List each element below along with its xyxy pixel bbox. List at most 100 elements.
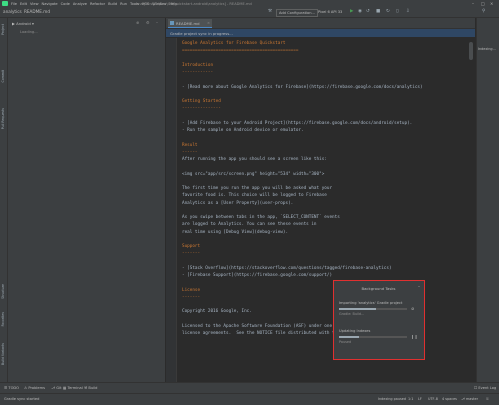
editor-line[interactable]: - [Read more about Google Analytics for … bbox=[182, 85, 423, 90]
tool-build[interactable]: ⚒ Build bbox=[84, 386, 97, 390]
stop-icon[interactable]: ■ bbox=[376, 9, 380, 14]
menu-navigate[interactable]: Navigate bbox=[42, 2, 58, 6]
tool-project[interactable]: Project bbox=[1, 24, 5, 35]
editor-line[interactable]: The first time you run the app you will … bbox=[182, 186, 332, 191]
tool-favorites[interactable]: Favorites bbox=[1, 312, 5, 326]
avd-manager-icon[interactable]: ▯ bbox=[396, 9, 398, 14]
tool-terminal-label: Terminal bbox=[67, 385, 83, 390]
minimize-icon[interactable]: – bbox=[472, 1, 474, 6]
process-indicator[interactable]: Indexing paused bbox=[378, 397, 406, 401]
navigation-bar: analytics README.md ⚒ Add Configuration.… bbox=[0, 7, 499, 18]
editor-line[interactable]: ------- bbox=[182, 251, 200, 256]
editor-gutter[interactable] bbox=[166, 38, 177, 382]
task-progress-fill bbox=[339, 308, 377, 310]
debug-icon[interactable]: ◉ bbox=[358, 9, 362, 14]
editor-line[interactable]: <img src="app/src/screen.png" height="53… bbox=[182, 172, 324, 177]
editor-content[interactable]: Google Analytics for Firebase Quickstart… bbox=[177, 38, 475, 382]
editor-line[interactable]: Getting Started bbox=[182, 99, 221, 104]
editor-line[interactable]: real time using [Debug View](debug-view)… bbox=[182, 230, 288, 235]
indent-setting[interactable]: 4 spaces bbox=[442, 397, 457, 401]
tool-commit[interactable]: Commit bbox=[1, 70, 5, 83]
gear-icon[interactable]: ⚙ bbox=[146, 20, 150, 25]
editor-scrollbar[interactable] bbox=[469, 42, 473, 60]
breadcrumb-project[interactable]: analytics bbox=[3, 9, 22, 14]
editor-line[interactable]: Introduction bbox=[182, 63, 213, 68]
device-selector[interactable]: Pixel 6 API 33 bbox=[318, 9, 342, 15]
status-bar: Gradle sync started Indexing paused 1:1 … bbox=[0, 393, 499, 405]
close-window-icon[interactable]: × bbox=[490, 1, 493, 6]
editor-line[interactable]: Result bbox=[182, 143, 198, 148]
tool-todo[interactable]: ☰ TODO bbox=[4, 386, 19, 390]
tab-readme[interactable]: README.md × bbox=[168, 19, 212, 28]
maximize-icon[interactable]: □ bbox=[481, 1, 485, 6]
tool-problems[interactable]: ⚠ Problems bbox=[24, 386, 45, 390]
menu-refactor[interactable]: Refactor bbox=[90, 2, 105, 6]
editor-line[interactable]: Support bbox=[182, 244, 200, 249]
editor-line[interactable]: favorite food is. This choice will be lo… bbox=[182, 193, 327, 198]
task-status: Paused bbox=[339, 340, 352, 344]
menu-run[interactable]: Run bbox=[120, 2, 127, 6]
editor-line[interactable]: are logged to Analytics. You can see the… bbox=[182, 222, 317, 227]
tool-build-variants[interactable]: Build Variants bbox=[1, 343, 5, 365]
menu-code[interactable]: Code bbox=[61, 2, 70, 6]
tool-pull-requests[interactable]: Pull Requests bbox=[1, 108, 5, 129]
editor-line[interactable]: License bbox=[182, 288, 200, 293]
task-item: Importing 'analytics' Gradle project ⊘ G… bbox=[339, 301, 419, 316]
profile-icon[interactable]: ↺ bbox=[366, 9, 370, 14]
scope-icon[interactable]: ⊕ bbox=[136, 20, 139, 25]
sdk-manager-icon[interactable]: ⇩ bbox=[406, 9, 410, 14]
pause-task-icon[interactable]: ❙❙ bbox=[411, 334, 418, 339]
project-panel: ▶ Android ▾ ⊕ ⚙ – Loading... bbox=[8, 18, 165, 382]
line-separator[interactable]: LF bbox=[418, 397, 422, 401]
tool-problems-label: Problems bbox=[28, 385, 45, 390]
run-icon[interactable]: ▶ bbox=[350, 9, 353, 14]
tool-todo-label: TODO bbox=[8, 385, 19, 390]
add-configuration-button[interactable]: Add Configuration... bbox=[276, 9, 318, 17]
tool-git-label: Git bbox=[56, 385, 62, 390]
close-tab-icon[interactable]: × bbox=[207, 21, 210, 25]
editor-line[interactable]: Analytics as a [User Property](user-prop… bbox=[182, 201, 293, 206]
search-icon[interactable]: ⚲ bbox=[482, 9, 485, 14]
menu-view[interactable]: View bbox=[30, 2, 39, 6]
hide-panel-icon[interactable]: – bbox=[156, 20, 158, 25]
file-encoding[interactable]: UTF-8 bbox=[428, 397, 438, 401]
device-label: Pixel 6 API 33 bbox=[318, 10, 343, 14]
editor-tab-bar: README.md × bbox=[166, 18, 475, 29]
editor-line[interactable]: --------------- bbox=[182, 106, 221, 111]
menu-bar: File Edit View Navigate Code Analyze Ref… bbox=[0, 0, 499, 7]
tool-event-log[interactable]: ☐ Event Log bbox=[474, 386, 496, 390]
caret-position[interactable]: 1:1 bbox=[408, 397, 413, 401]
editor-line[interactable]: - [Firebase Support](https://firebase.go… bbox=[182, 273, 332, 278]
hammer-icon[interactable]: ⚒ bbox=[268, 9, 272, 14]
menu-edit[interactable]: Edit bbox=[20, 2, 27, 6]
editor-line[interactable]: - Run the sample on Android device or em… bbox=[182, 128, 304, 133]
lock-icon[interactable]: ⚿ bbox=[486, 397, 489, 401]
editor-line[interactable]: Copyright 2016 Google, Inc. bbox=[182, 309, 252, 314]
editor-line[interactable]: ------------ bbox=[182, 70, 213, 75]
project-view-selector[interactable]: ▶ Android ▾ bbox=[12, 21, 34, 26]
left-tool-strip: Project Commit Pull Requests Structure F… bbox=[0, 18, 8, 382]
editor-line[interactable]: After running the app you should see a s… bbox=[182, 157, 327, 162]
task-item: Updating Indexes ❙❙ Paused bbox=[339, 329, 419, 344]
minimize-popup-icon[interactable]: – bbox=[418, 284, 420, 289]
task-progress-bar bbox=[339, 308, 407, 310]
tool-terminal[interactable]: ▦ Terminal bbox=[63, 386, 83, 390]
git-branch[interactable]: ⎇ master bbox=[461, 397, 478, 401]
editor-line[interactable]: - [Add Firebase to your Android Project]… bbox=[182, 121, 412, 126]
tool-git[interactable]: ⎇ Git bbox=[51, 386, 62, 390]
editor-line[interactable]: ------- bbox=[182, 295, 200, 300]
editor-line[interactable]: As you swipe between tabs in the app, `S… bbox=[182, 215, 340, 220]
cancel-task-icon[interactable]: ⊘ bbox=[411, 306, 414, 311]
menu-file[interactable]: File bbox=[11, 2, 17, 6]
editor-line[interactable]: ------ bbox=[182, 150, 198, 155]
editor-line[interactable]: ========================================… bbox=[182, 48, 298, 53]
breadcrumb-file[interactable]: README.md bbox=[24, 9, 50, 14]
menu-build[interactable]: Build bbox=[108, 2, 117, 6]
editor-line[interactable]: Google Analytics for Firebase Quickstart bbox=[182, 41, 285, 46]
editor-line[interactable]: - [Stack Overflow](https://stackoverflow… bbox=[182, 266, 392, 271]
window-title: analytics [C:\Dev\Git\quickstart-android… bbox=[136, 1, 252, 6]
tool-structure[interactable]: Structure bbox=[1, 284, 5, 299]
background-tasks-title: Background Tasks bbox=[361, 286, 396, 291]
menu-analyze[interactable]: Analyze bbox=[73, 2, 87, 6]
sync-icon[interactable]: ↻ bbox=[386, 9, 390, 14]
